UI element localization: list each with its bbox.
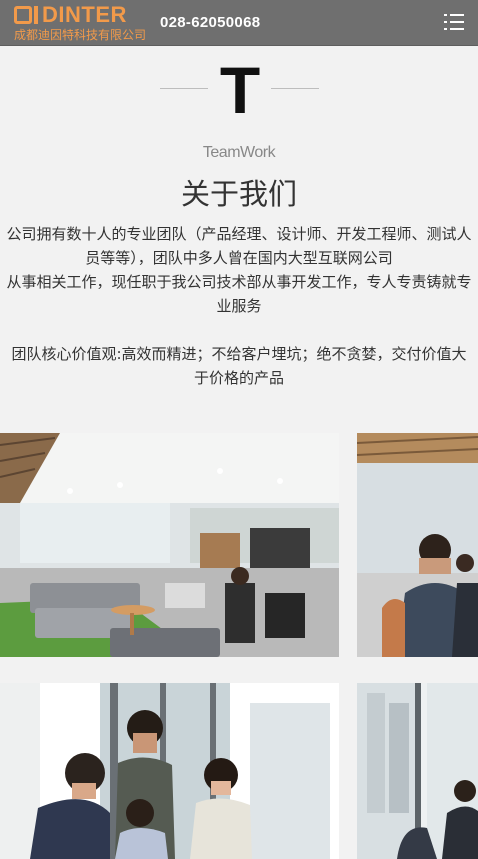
- logo-brand-text: DINTER: [42, 2, 127, 27]
- office-photo[interactable]: [0, 433, 339, 657]
- phone-number[interactable]: 028-62050068: [160, 14, 260, 31]
- team-photo[interactable]: [0, 683, 339, 859]
- logo-company-name: 成都迪因特科技有限公司: [14, 28, 147, 42]
- site-header: DINTER 成都迪因特科技有限公司 028-62050068: [0, 0, 478, 46]
- section-title: 关于我们: [180, 177, 297, 211]
- company-logo[interactable]: DINTER 成都迪因特科技有限公司: [14, 2, 159, 44]
- intro-paragraph: 团队核心价值观:高效而精进；不给客户埋坑；绝不贪婪，交付价值大于价格的产品: [11, 345, 467, 387]
- logo-mark: [14, 2, 41, 28]
- meeting-photo[interactable]: [357, 433, 478, 657]
- intro-paragraph: 从事相关工作，现任职于我公司技术部从事开发工作，专人专责铸就专业服务: [6, 273, 472, 315]
- intro-paragraph: 公司拥有数十人的专业团队（产品经理、设计师、开发工程师、测试人员等等），团队中多…: [6, 225, 472, 267]
- section-subtitle-en: TeamWork: [202, 144, 276, 161]
- heading-divider-right: [271, 88, 319, 89]
- workspace-photo[interactable]: [357, 683, 478, 859]
- section-letter: T: [219, 53, 261, 127]
- hamburger-menu-icon[interactable]: [444, 13, 466, 31]
- intro-text: 公司拥有数十人的专业团队（产品经理、设计师、开发工程师、测试人员等等），团队中多…: [4, 222, 474, 390]
